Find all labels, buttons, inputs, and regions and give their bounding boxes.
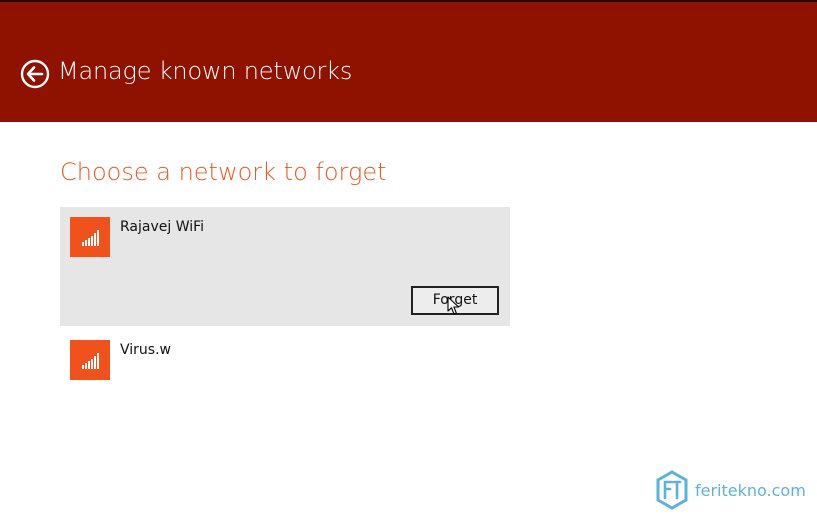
page: Manage known networks Choose a network t… [0, 0, 817, 516]
back-arrow-icon [20, 59, 50, 89]
network-name: Virus.w [120, 342, 171, 358]
forget-button[interactable]: Forget [411, 286, 499, 315]
wifi-tile [70, 340, 110, 380]
wifi-tile [70, 217, 110, 257]
watermark-text: feritekno.com [695, 480, 806, 500]
watermark: feritekno.com [655, 469, 806, 511]
wifi-signal-icon [82, 353, 99, 369]
feritekno-hexagon-logo [656, 470, 688, 510]
network-item-virus-w[interactable]: Virus.w [60, 330, 510, 386]
network-name: Rajavej WiFi [120, 219, 205, 235]
network-item-rajavej-wifi[interactable]: Rajavej WiFi Forget [60, 207, 510, 326]
section-heading: Choose a network to forget [60, 158, 387, 186]
wifi-signal-icon [82, 230, 99, 246]
page-title: Manage known networks [58, 57, 353, 85]
header-bar: Manage known networks [0, 0, 817, 122]
back-button[interactable] [20, 59, 50, 89]
